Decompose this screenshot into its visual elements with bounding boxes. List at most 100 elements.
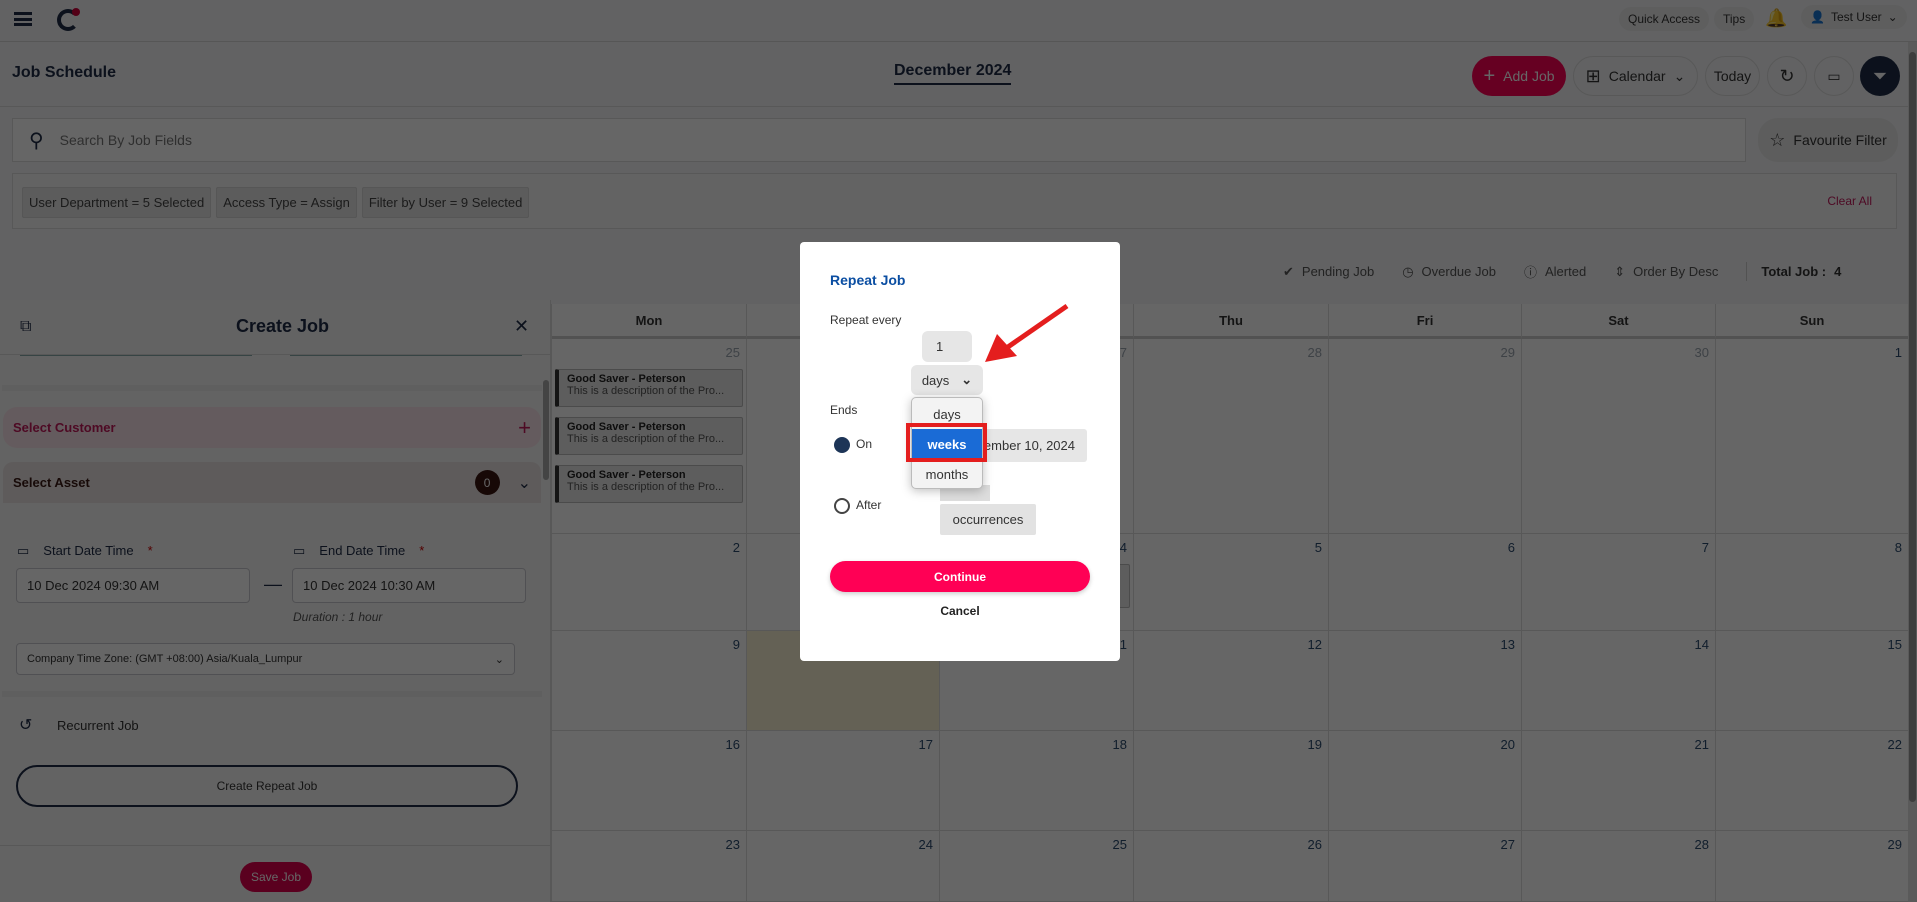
user-menu[interactable]: 👤 Test User ⌄ xyxy=(1801,5,1907,29)
day-cell[interactable]: 25 Good Saver - Peterson This is a descrip… xyxy=(552,339,747,534)
filter-chip[interactable]: Filter by User = 9 Selected xyxy=(361,187,530,218)
order-toggle[interactable]: ⇕ Order By Desc xyxy=(1614,262,1718,281)
user-name: Test User xyxy=(1830,10,1882,24)
event-description: This is a description of the Pro... xyxy=(567,433,725,445)
filter-icon[interactable]: ⏷ xyxy=(1860,56,1900,96)
day-cell[interactable]: 17 xyxy=(747,731,940,831)
option-months[interactable]: months xyxy=(912,459,982,489)
top-bar: Quick Access Tips 🔔 👤 Test User ⌄ xyxy=(0,0,1917,42)
day-cell[interactable]: 5 xyxy=(1134,534,1329,631)
day-cell[interactable]: 29 xyxy=(1329,339,1522,534)
day-number: 15 xyxy=(1887,637,1902,652)
day-number: 2 xyxy=(732,540,740,555)
day-cell[interactable]: 2 xyxy=(552,534,747,631)
panel-scrollbar[interactable] xyxy=(543,380,549,480)
month-title[interactable]: December 2024 xyxy=(894,62,1012,85)
start-label-text: Start Date Time xyxy=(43,543,134,558)
day-cell[interactable]: 22 xyxy=(1716,731,1909,831)
day-header: Sat xyxy=(1522,304,1716,339)
start-datetime-input[interactable]: 10 Dec 2024 09:30 AM xyxy=(16,568,250,603)
event-description: This is a description of the Pro... xyxy=(567,481,725,493)
day-cell[interactable]: 16 xyxy=(552,731,747,831)
timezone-select[interactable]: Company Time Zone: (GMT +08:00) Asia/Kua… xyxy=(16,643,515,675)
legend-alerted[interactable]: ⓘ Alerted xyxy=(1524,262,1586,281)
day-cell[interactable]: 18 xyxy=(940,731,1134,831)
view-select[interactable]: ⊞ Calendar ⌄ xyxy=(1573,56,1698,96)
repeat-every-label: Repeat every xyxy=(830,313,902,327)
today-button[interactable]: Today xyxy=(1705,56,1760,96)
save-job-button[interactable]: Save Job xyxy=(240,862,312,892)
legend-label: Overdue Job xyxy=(1421,264,1496,279)
day-number: 17 xyxy=(918,737,933,752)
end-label-text: End Date Time xyxy=(319,543,406,558)
day-cell[interactable]: 24 xyxy=(747,831,940,902)
day-cell[interactable]: 19 xyxy=(1134,731,1329,831)
favourite-filter-button[interactable]: ☆ Favourite Filter xyxy=(1758,118,1898,162)
day-number: 18 xyxy=(1112,737,1127,752)
day-cell[interactable]: 25 xyxy=(940,831,1134,902)
chevron-down-icon: ⌄ xyxy=(1887,10,1898,24)
check-circle-icon: ✔ xyxy=(1283,263,1294,279)
filter-chip[interactable]: Access Type = Assign xyxy=(216,187,357,218)
job-event[interactable]: Good Saver - Peterson This is a descripti… xyxy=(555,369,743,407)
menu-icon[interactable] xyxy=(14,12,32,26)
day-cell[interactable]: 26 xyxy=(1134,831,1329,902)
search-input[interactable] xyxy=(59,125,1060,155)
page-scrollbar[interactable] xyxy=(1908,42,1917,902)
filter-bar: User Department = 5 Selected Access Type… xyxy=(12,173,1897,229)
job-event[interactable]: Good Saver - Peterson This is a descripti… xyxy=(555,465,743,503)
plus-icon[interactable]: + xyxy=(518,415,531,441)
day-cell[interactable]: 8 xyxy=(1716,534,1909,631)
end-datetime-input[interactable]: 10 Dec 2024 10:30 AM xyxy=(292,568,526,603)
day-cell[interactable]: 6 xyxy=(1329,534,1522,631)
user-icon: 👤 xyxy=(1810,10,1825,24)
after-radio[interactable] xyxy=(834,498,850,514)
day-cell[interactable]: 27 xyxy=(1329,831,1522,902)
day-cell[interactable]: 7 xyxy=(1522,534,1716,631)
select-customer-label: Select Customer xyxy=(13,420,116,435)
job-event[interactable]: Good Saver - Peterson This is a descripti… xyxy=(555,417,743,455)
tips-button[interactable]: Tips xyxy=(1714,7,1755,31)
search-box[interactable]: ⚲ xyxy=(12,118,1746,162)
open-external-icon[interactable]: ⧉ xyxy=(20,318,31,336)
cancel-button[interactable]: Cancel xyxy=(830,604,1090,618)
day-header: Thu xyxy=(1134,304,1329,339)
day-cell[interactable]: 14 xyxy=(1522,631,1716,731)
continue-button[interactable]: Continue xyxy=(830,561,1090,592)
day-cell[interactable]: 30 xyxy=(1522,339,1716,534)
calendar-icon[interactable]: ▭ xyxy=(1814,56,1854,96)
interval-input[interactable]: 1 xyxy=(922,331,972,362)
day-cell[interactable]: 1 xyxy=(1716,339,1909,534)
legend-pending[interactable]: ✔ Pending Job xyxy=(1283,262,1374,281)
add-job-button[interactable]: + Add Job xyxy=(1472,56,1566,96)
create-repeat-job-button[interactable]: Create Repeat Job xyxy=(16,765,518,807)
unit-select[interactable]: days ⌄ xyxy=(911,365,983,395)
refresh-icon[interactable]: ↻ xyxy=(1767,56,1807,96)
day-cell[interactable]: 20 xyxy=(1329,731,1522,831)
quick-access-button[interactable]: Quick Access xyxy=(1619,7,1710,31)
on-radio[interactable] xyxy=(834,437,850,453)
day-cell[interactable]: 29 xyxy=(1716,831,1909,902)
day-number: 14 xyxy=(1694,637,1709,652)
day-cell[interactable]: 28 xyxy=(1522,831,1716,902)
start-label: ▭ Start Date Time * xyxy=(17,543,153,559)
day-cell[interactable]: 12 xyxy=(1134,631,1329,731)
chevron-down-icon[interactable]: ⌄ xyxy=(518,473,531,493)
bell-icon[interactable]: 🔔 xyxy=(1765,8,1787,29)
day-cell[interactable]: 9 xyxy=(552,631,747,731)
legend-overdue[interactable]: ◷ Overdue Job xyxy=(1402,262,1496,281)
day-number: 22 xyxy=(1887,737,1902,752)
day-number: 9 xyxy=(732,637,740,652)
day-cell[interactable]: 21 xyxy=(1522,731,1716,831)
filter-chip[interactable]: User Department = 5 Selected xyxy=(22,187,212,218)
repeat-job-modal: Repeat Job Repeat every 1 days ⌄ Ends On … xyxy=(800,242,1120,661)
clear-all-link[interactable]: Clear All xyxy=(1827,194,1872,208)
legend-bar: ✔ Pending Job ◷ Overdue Job ⓘ Alerted ⇕ Orde… xyxy=(1283,262,1841,281)
select-customer-row[interactable]: Select Customer + xyxy=(3,407,541,448)
day-cell[interactable]: 13 xyxy=(1329,631,1522,731)
day-cell[interactable]: 28 xyxy=(1134,339,1329,534)
day-cell[interactable]: 23 xyxy=(552,831,747,902)
close-icon[interactable]: ✕ xyxy=(514,316,529,337)
day-cell[interactable]: 15 xyxy=(1716,631,1909,731)
select-asset-row[interactable]: Select Asset 0 ⌄ xyxy=(3,462,541,503)
